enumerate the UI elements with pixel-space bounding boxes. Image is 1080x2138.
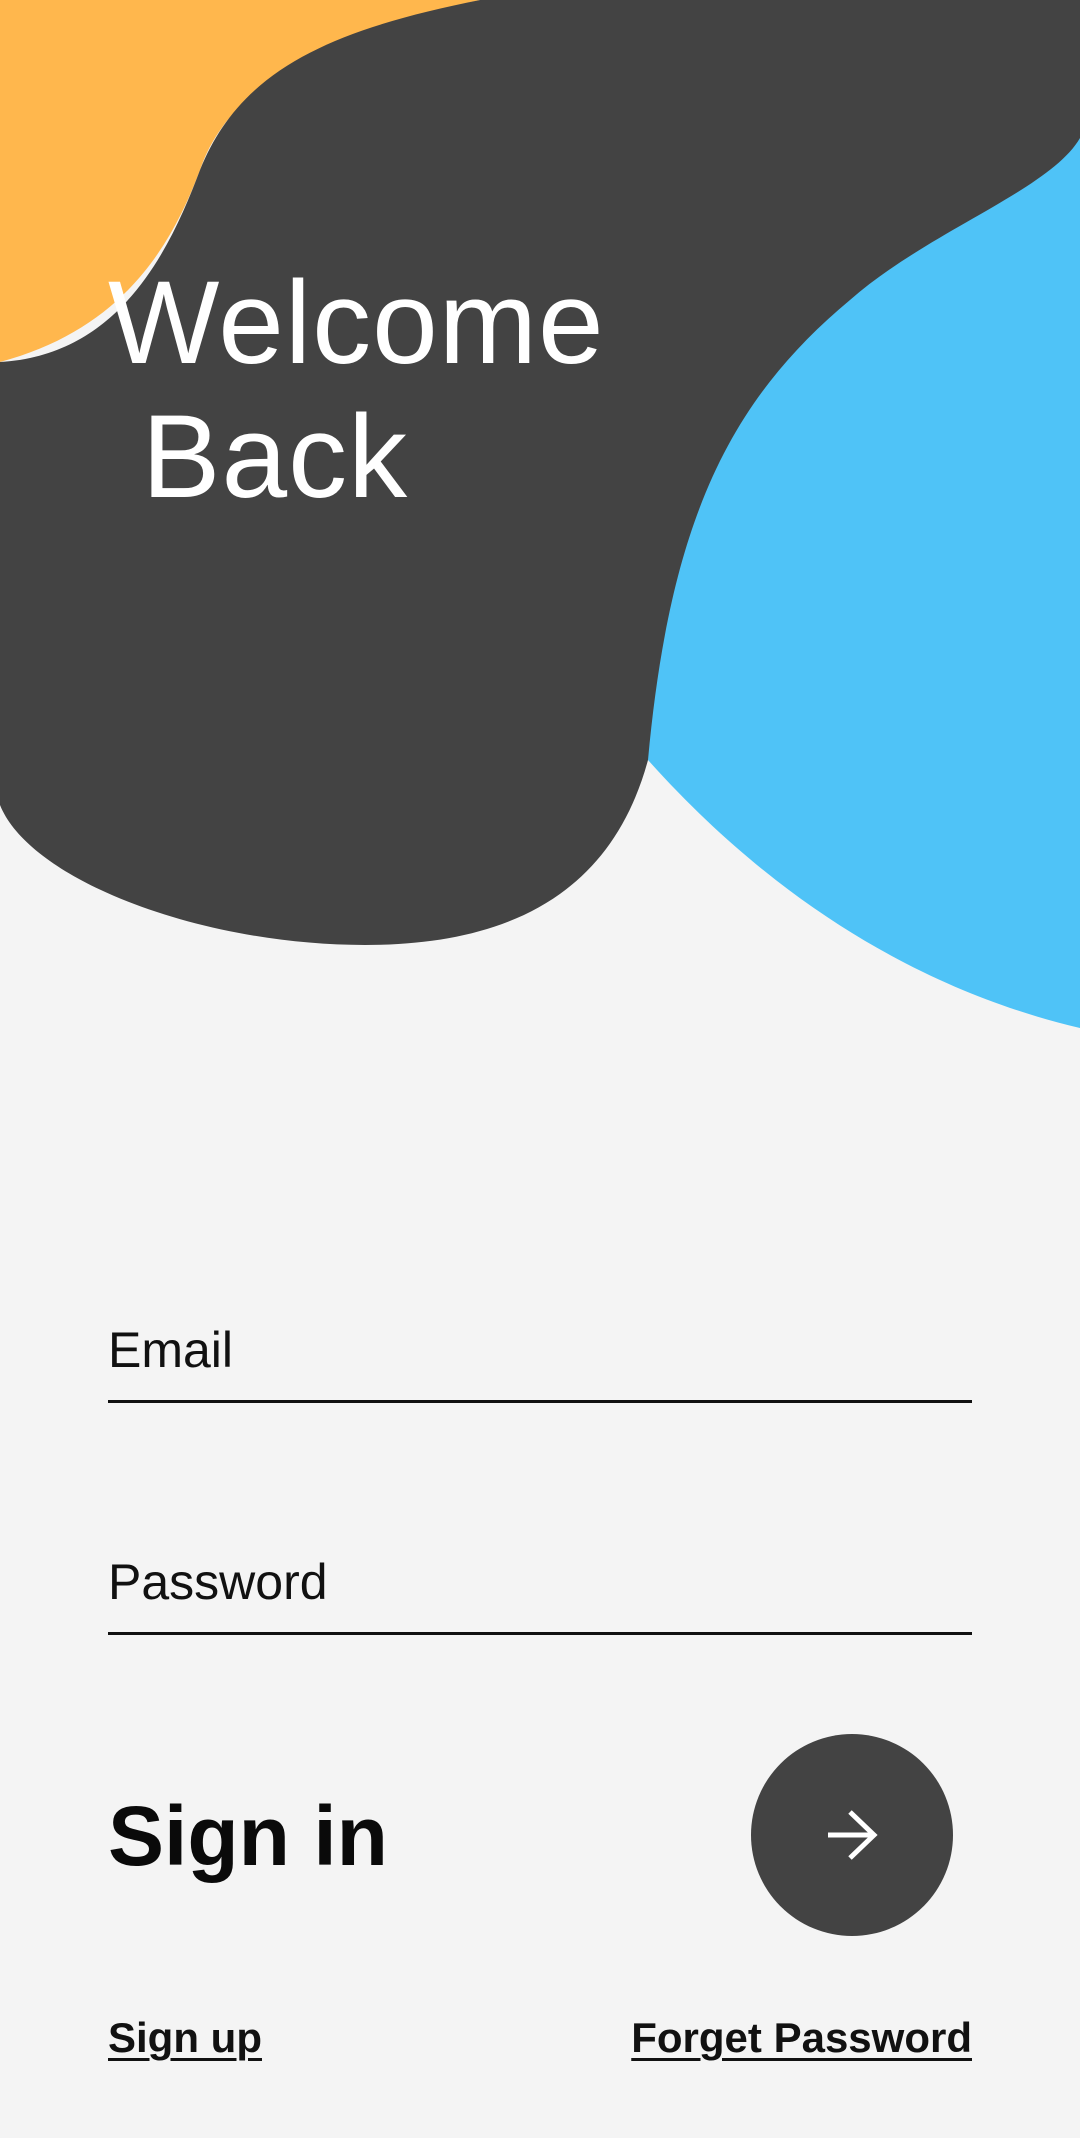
login-screen: Welcome Back Sign in Sign up Forget Pass…: [0, 0, 1080, 2138]
email-field-container: [108, 1300, 972, 1403]
arrow-right-icon: [828, 1810, 878, 1860]
page-title: Welcome Back: [108, 256, 605, 524]
sign-up-link[interactable]: Sign up: [108, 2012, 262, 2064]
email-field[interactable]: [108, 1300, 972, 1400]
password-field[interactable]: [108, 1532, 972, 1632]
sign-in-submit-button[interactable]: [751, 1734, 953, 1936]
title-line-back: Back: [108, 391, 409, 523]
forget-password-link[interactable]: Forget Password: [631, 2012, 972, 2064]
password-field-container: [108, 1532, 972, 1635]
sign-in-heading: Sign in: [108, 1789, 388, 1883]
title-line-welcome: Welcome: [108, 257, 605, 389]
background-blobs: [0, 0, 1080, 1028]
